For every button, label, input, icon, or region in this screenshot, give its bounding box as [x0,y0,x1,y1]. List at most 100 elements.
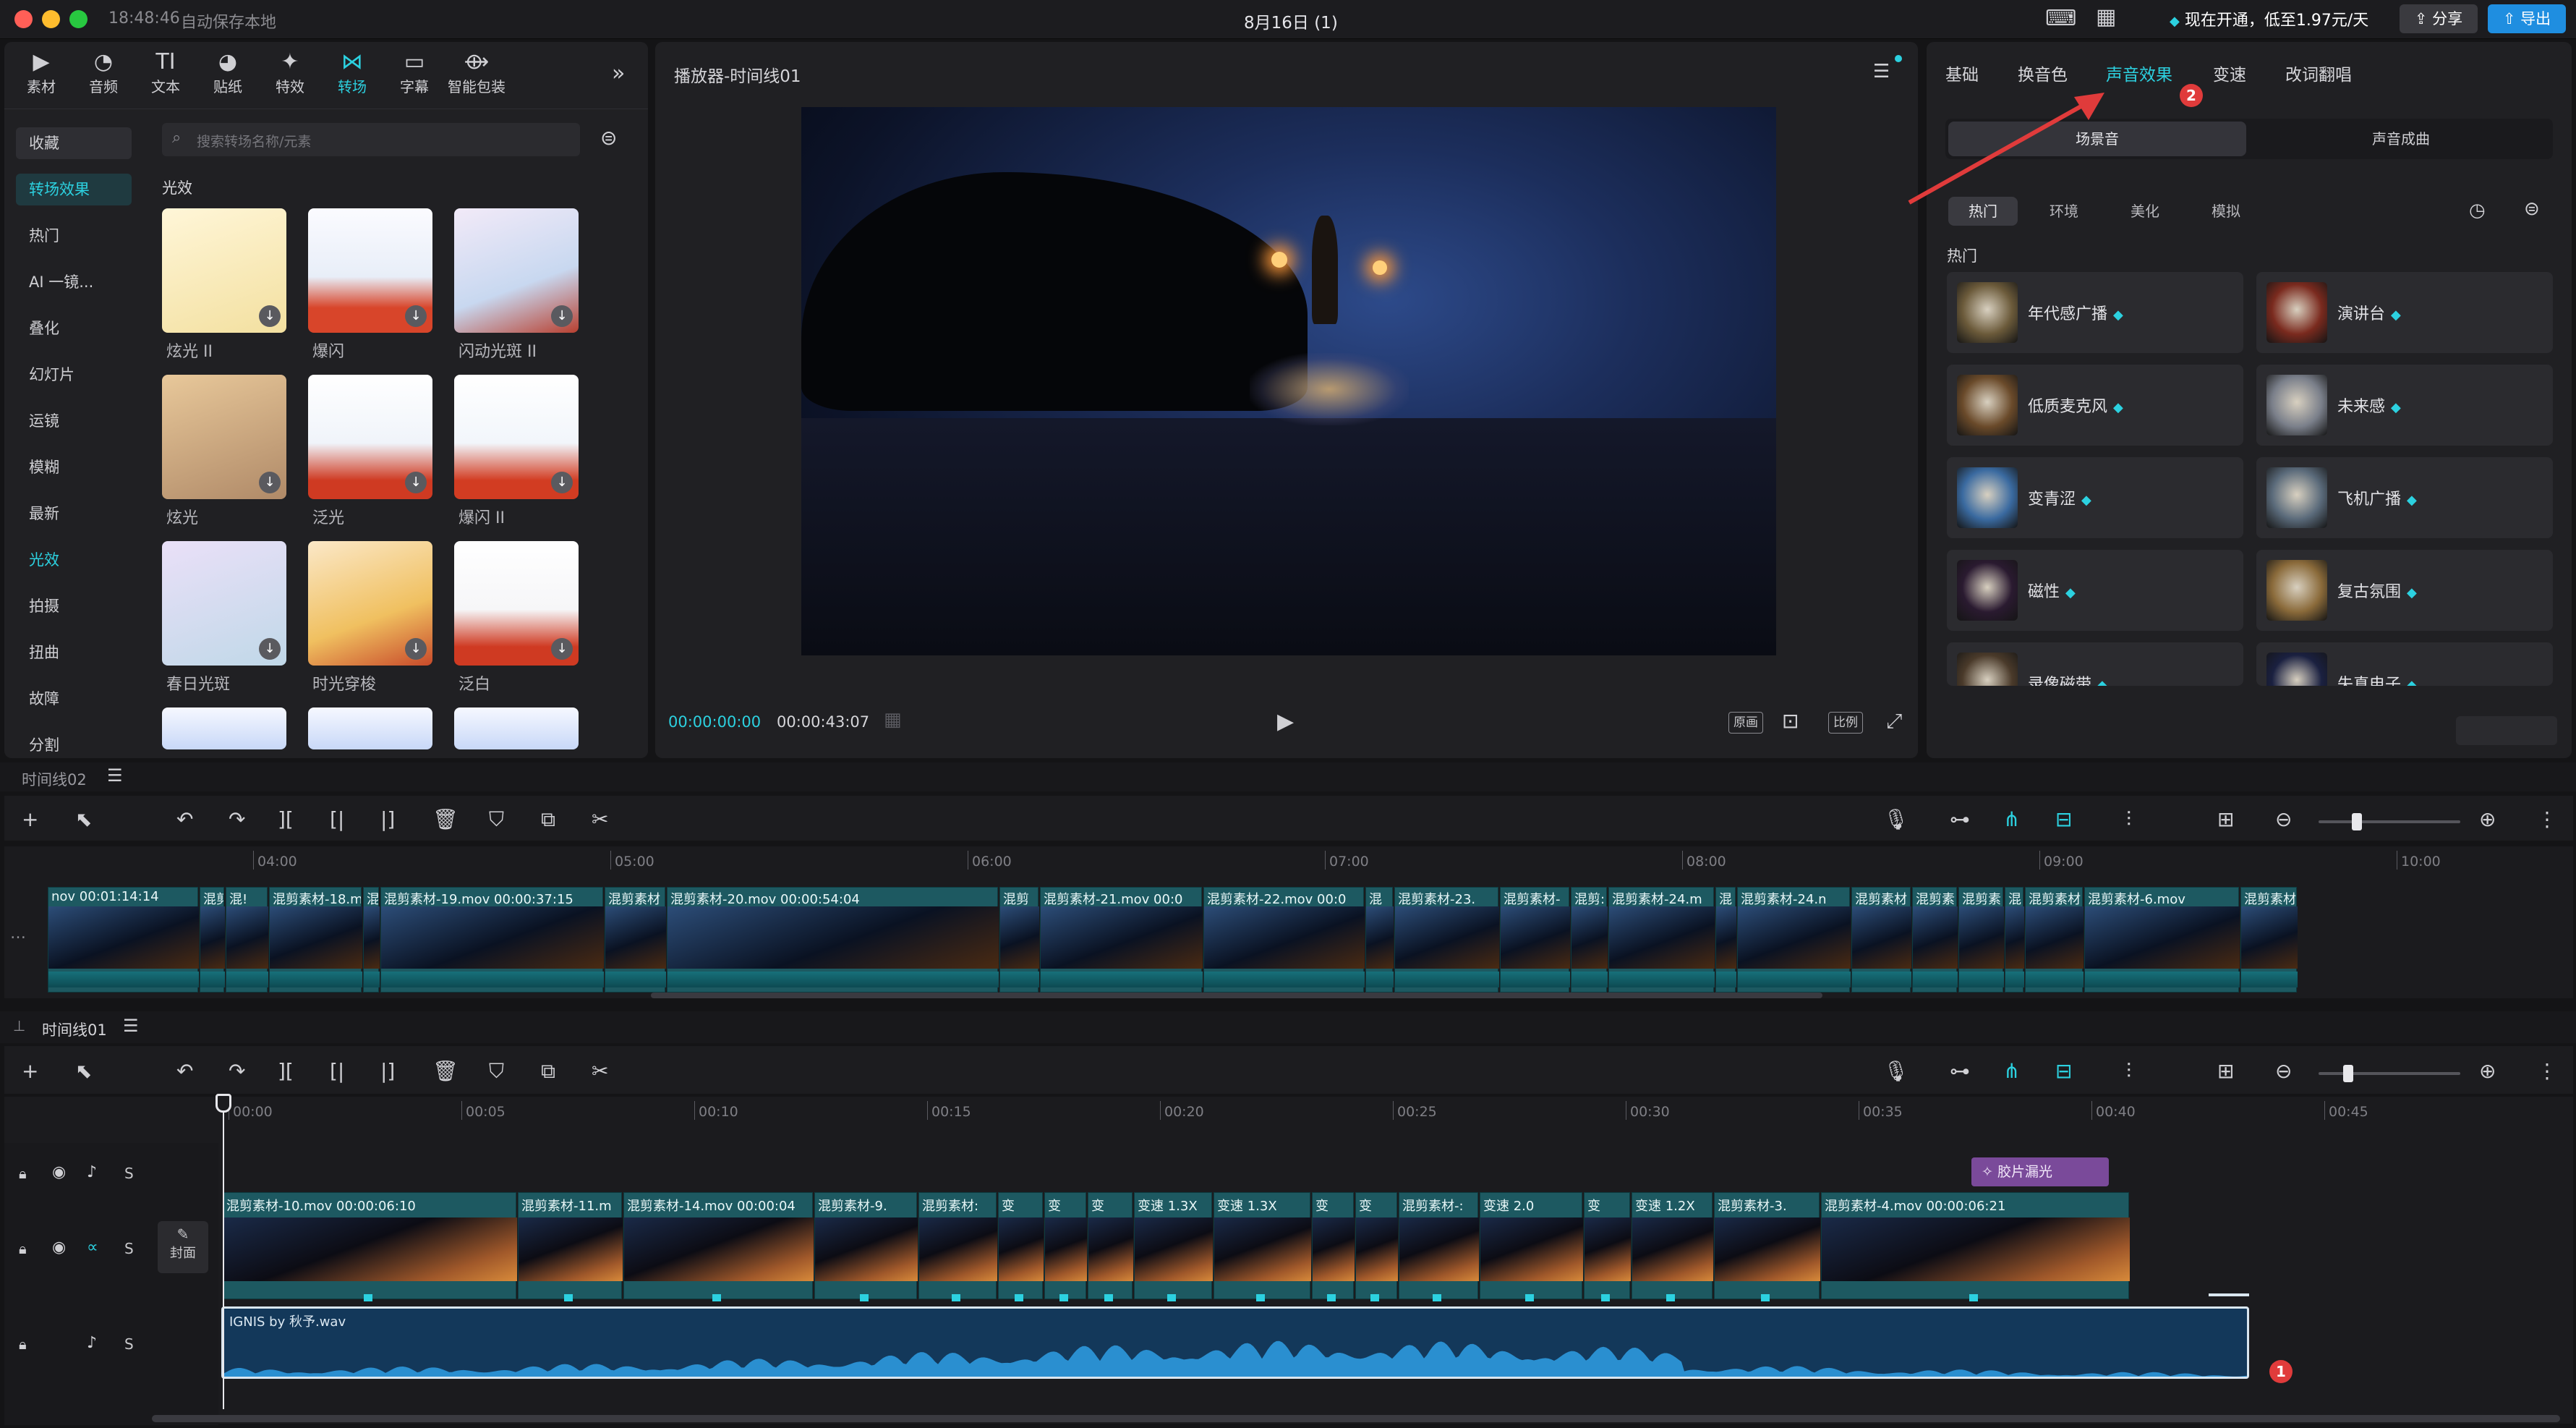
download-icon[interactable]: ↓ [551,638,573,660]
transition-marker[interactable] [1167,1294,1176,1301]
auto-track-icon[interactable]: ⊟ [2055,1059,2072,1083]
timeline2-clip[interactable]: 混剪 [999,887,1039,993]
solo-icon[interactable]: S [124,1240,134,1257]
mic-icon[interactable]: 🎙︎ [1883,1059,1909,1083]
transition-thumb[interactable]: ↓ [162,375,286,499]
sidebar-item-11[interactable]: 扭曲 [16,637,132,668]
transition-marker[interactable] [860,1294,869,1301]
right-tab-1[interactable]: 换音色 [2018,61,2068,85]
transition-thumb[interactable]: ↓ [162,208,286,333]
timeline1-clip[interactable]: 混剪素材-3. [1714,1192,1820,1301]
marker-icon[interactable]: ⛉ [489,1059,504,1084]
link-icon[interactable]: ∝ [87,1238,98,1257]
zoom-in-icon[interactable]: ⊕ [2479,1059,2496,1083]
tab-audio[interactable]: ◔ 音频 [74,49,133,101]
cover-button[interactable]: ✎ 封面 [158,1221,208,1273]
timeline2-clip[interactable]: 混剪素材-18.mov [269,887,362,993]
timeline2-clip[interactable]: 混剪素材 [2025,887,2084,993]
transition-thumb[interactable] [162,707,286,749]
filter-3[interactable]: 模拟 [2191,197,2261,226]
sidebar-item-0[interactable]: 收藏 [16,127,132,159]
zoom-slider[interactable] [2319,820,2460,823]
timeline2-clip[interactable]: 混 [1365,887,1394,993]
aspect-ratio-button[interactable]: 比例 [1828,712,1863,734]
more-icon[interactable]: ⋮ [2537,1059,2557,1083]
clock-icon[interactable]: ◷ [2469,200,2486,221]
timeline2-clip[interactable]: nov 00:01:14:14 [48,887,199,993]
sidebar-item-8[interactable]: 最新 [16,498,132,530]
tab-media[interactable]: ▶ 素材 [12,49,71,101]
right-tab-3[interactable]: 变速 [2213,61,2246,85]
transition-thumb[interactable] [454,707,579,749]
download-icon[interactable]: ↓ [551,472,573,493]
align-icon[interactable]: ⫶ [2126,1059,2131,1084]
right-tab-0[interactable]: 基础 [1945,61,1979,85]
split-left-icon[interactable]: [| [330,807,344,831]
timeline2-clip[interactable]: 混剪素材-24.n [1737,887,1851,993]
snapshot-icon[interactable]: ⊡ [1782,709,1799,733]
maximize-window-button[interactable] [69,10,88,28]
sidebar-item-3[interactable]: AI 一镜... [16,266,132,298]
close-window-button[interactable] [14,10,33,28]
delete-icon[interactable]: 🗑︎ [432,807,459,831]
timeline1-clip[interactable]: 变速 1.3X [1134,1192,1213,1301]
timeline1-clip[interactable]: 变速 2.0 [1480,1192,1583,1301]
timeline2-clip[interactable]: 混剪素材-7.m [2240,887,2298,993]
more-icon[interactable]: ⋮ [2537,807,2557,831]
fade-handle[interactable] [2209,1293,2249,1296]
video-preview[interactable] [801,107,1776,655]
sidebar-item-10[interactable]: 拍摄 [16,590,132,622]
download-icon[interactable]: ↓ [551,305,573,327]
effect-card[interactable]: 低质麦克风 ◆ [1947,365,2243,446]
link-clips-icon[interactable]: ⊶ [1950,807,1970,831]
keyboard-icon[interactable]: ⌨ [2045,6,2076,31]
track-more-icon[interactable]: … [10,925,26,943]
zoom-slider-thumb[interactable] [2352,813,2362,830]
timeline1-clip[interactable]: 混剪素材-9. [814,1192,918,1301]
transition-thumb[interactable]: ↓ [308,375,432,499]
transition-thumb[interactable]: ↓ [308,541,432,666]
timeline2-clip[interactable]: 混 [1715,887,1736,993]
timeline1-clip[interactable]: 变速 1.2X [1632,1192,1713,1301]
align-icon[interactable]: ⫶ [2126,807,2131,832]
transition-marker[interactable] [1059,1294,1068,1301]
timeline1-clip[interactable]: 变速 1.3X [1214,1192,1311,1301]
timeline2-clip[interactable]: 混剪素材-22.mov 00:0 [1203,887,1365,993]
search-input[interactable]: ⌕ 搜索转场名称/元素 [162,123,580,156]
effect-card[interactable]: 未来感 ◆ [2256,365,2553,446]
transition-marker[interactable] [1761,1294,1770,1301]
playhead-handle[interactable] [216,1094,231,1113]
timeline1-clip[interactable]: 混剪素材-4.mov 00:00:06:21 [1821,1192,2130,1301]
link-clips-icon[interactable]: ⊶ [1950,1059,1970,1083]
timeline2-clip[interactable]: 混剪素材-23. [1394,887,1499,993]
preview-icon[interactable]: ⊞ [2217,1059,2234,1083]
timeline1-clip[interactable]: 变 [1312,1192,1355,1301]
transition-marker[interactable] [1525,1294,1534,1301]
original-quality-button[interactable]: 原画 [1728,712,1763,734]
vip-promo[interactable]: ◆ 现在开通，低至1.97元/天 [2170,7,2368,30]
transition-thumb[interactable]: ↓ [454,375,579,499]
timeline1-clip[interactable]: 混剪素材: [918,1192,997,1301]
sidebar-item-7[interactable]: 模糊 [16,451,132,483]
grid-icon[interactable]: ▦ [884,709,902,731]
split-icon[interactable]: ][ [278,807,294,831]
zoom-slider-thumb[interactable] [2343,1065,2353,1082]
transition-marker[interactable] [1327,1294,1336,1301]
timeline2-clip[interactable]: 混 [2005,887,2024,993]
sidebar-item-1[interactable]: 转场效果 [16,174,132,205]
timeline1-clip[interactable]: 变 [1355,1192,1398,1301]
filter-icon[interactable]: ⊜ [600,126,617,150]
redo-icon[interactable]: ↷ [229,807,245,831]
delete-icon[interactable]: 🗑︎ [432,1059,459,1083]
download-icon[interactable]: ↓ [259,472,281,493]
download-icon[interactable]: ↓ [405,638,427,660]
tab-subtitle[interactable]: ▭ 字幕 [385,49,444,101]
select-tool-icon[interactable]: ⬉ [75,1059,92,1083]
right-tab-2[interactable]: 声音效果 [2106,61,2172,85]
tab-sticker[interactable]: ◕ 贴纸 [198,49,257,101]
download-icon[interactable]: ↓ [259,305,281,327]
right-tab-4[interactable]: 改词翻唱 [2285,61,2352,85]
zoom-out-icon[interactable]: ⊖ [2275,1059,2292,1083]
snap-icon[interactable]: ⋔ [2003,1059,2020,1083]
transition-thumb[interactable]: ↓ [454,541,579,666]
